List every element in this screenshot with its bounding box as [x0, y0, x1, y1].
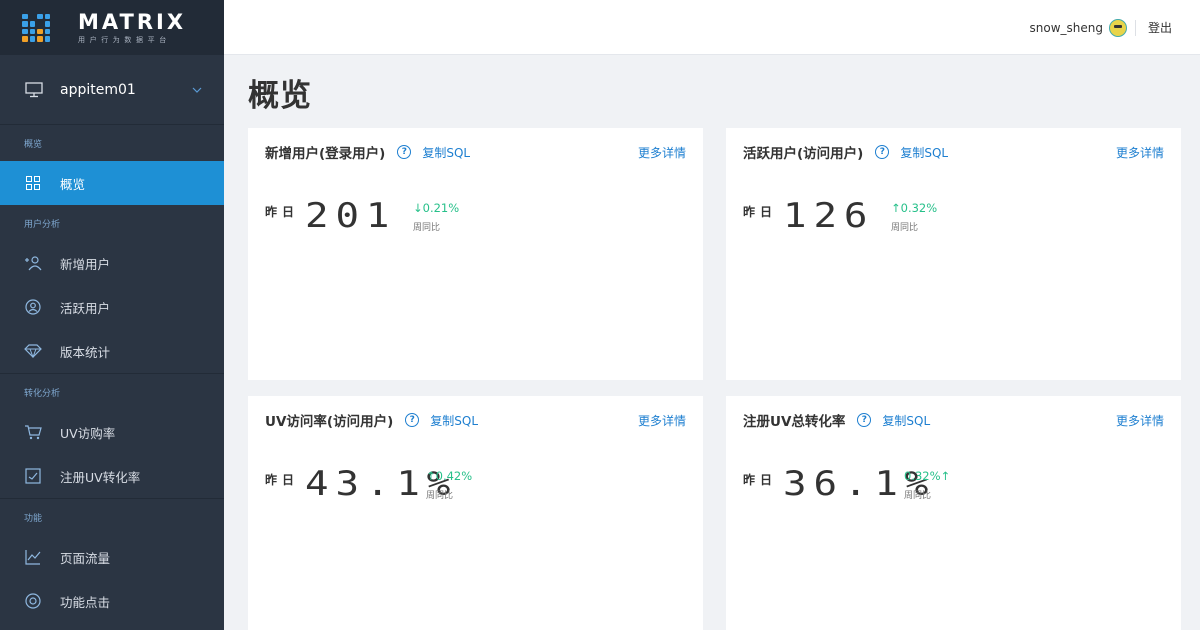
sidebar-item-label: 活跃用户	[60, 300, 111, 316]
sidebar-item-new-users[interactable]: 新增用户	[0, 241, 224, 285]
metric-value: 126	[783, 196, 875, 236]
more-details-link[interactable]: 更多详情	[1116, 144, 1164, 161]
click-icon	[24, 592, 42, 610]
sidebar-item-label: 功能点击	[60, 594, 111, 610]
card-title: 新增用户(登录用户)	[265, 146, 386, 162]
more-details-link[interactable]: 更多详情	[638, 144, 686, 161]
metric-label: 昨日	[265, 205, 300, 219]
grid-icon	[24, 174, 42, 192]
delta-value: ↑0.42%	[426, 469, 473, 483]
help-icon[interactable]: ?	[405, 413, 420, 427]
nav-group-title: 功能	[24, 514, 43, 524]
delta-label: 周同比	[904, 491, 932, 501]
sidebar-item-label: 概览	[60, 176, 86, 192]
metric-label: 昨日	[743, 205, 778, 219]
sidebar: MATRIX 用户行为数据平台 appitem01 概览 概览 用户分析 新增用…	[0, 0, 224, 630]
card-title: UV访问率(访问用户)	[265, 414, 394, 430]
diamond-icon	[24, 342, 42, 360]
delta-label: 周同比	[891, 223, 919, 233]
delta-label: 周同比	[426, 491, 454, 501]
sidebar-item-label: 新增用户	[60, 256, 111, 272]
delta-label: 周同比	[413, 223, 441, 233]
active-user-icon	[24, 298, 42, 316]
divider	[1134, 19, 1136, 36]
sidebar-item-feature-clicks[interactable]: 功能点击	[0, 579, 224, 623]
help-icon[interactable]: ?	[857, 413, 872, 427]
sidebar-item-label: 页面流量	[60, 550, 111, 566]
sidebar-item-page-traffic[interactable]: 页面流量	[0, 535, 224, 579]
app-name: appitem01	[60, 81, 136, 98]
nav-group-title: 用户分析	[24, 220, 61, 230]
copy-sql-button[interactable]: 复制SQL	[430, 412, 478, 429]
more-details-link[interactable]: 更多详情	[1116, 412, 1164, 429]
app-selector[interactable]: appitem01	[0, 55, 224, 125]
card-title: 注册UV总转化率	[743, 414, 846, 430]
username[interactable]: snow_sheng	[1030, 21, 1103, 35]
monitor-icon	[25, 81, 43, 97]
brand-name: MATRIX	[78, 9, 187, 34]
brand-subtitle: 用户行为数据平台	[78, 35, 171, 44]
page-title: 概览	[248, 78, 312, 114]
checkbox-chart-icon	[24, 467, 42, 485]
help-icon[interactable]: ?	[875, 145, 890, 159]
card-title: 活跃用户(访问用户)	[743, 146, 864, 162]
metric-card-register-uv-conversion: 注册UV总转化率 ? 复制SQL 更多详情 昨日 36.1% 0.32%↑ 周同…	[726, 396, 1181, 630]
add-user-icon	[24, 254, 42, 272]
help-icon[interactable]: ?	[397, 145, 412, 159]
sidebar-item-label: 注册UV转化率	[60, 469, 141, 485]
sidebar-item-uv-purchase-rate[interactable]: UV访购率	[0, 410, 224, 454]
more-details-link[interactable]: 更多详情	[638, 412, 686, 429]
sidebar-item-active-users[interactable]: 活跃用户	[0, 285, 224, 329]
sidebar-item-version-stats[interactable]: 版本统计	[0, 329, 224, 373]
copy-sql-button[interactable]: 复制SQL	[900, 144, 948, 161]
top-header: snow_sheng 登出	[224, 0, 1200, 55]
logout-button[interactable]: 登出	[1148, 19, 1172, 36]
cart-icon	[24, 423, 42, 441]
line-chart-icon	[24, 548, 42, 566]
sidebar-item-label: UV访购率	[60, 425, 116, 441]
metric-value: 201	[305, 196, 397, 236]
metric-card-uv-visit-rate: UV访问率(访问用户) ? 复制SQL 更多详情 昨日 43.1% ↑0.42%…	[248, 396, 703, 630]
copy-sql-button[interactable]: 复制SQL	[422, 144, 470, 161]
delta-value: 0.32%↑	[904, 469, 951, 483]
matrix-logo-icon	[22, 13, 50, 42]
nav-group-title: 概览	[24, 140, 43, 150]
delta-value: ↓0.21%	[413, 201, 460, 215]
sidebar-item-register-uv-conversion[interactable]: 注册UV转化率	[0, 454, 224, 498]
metric-label: 昨日	[743, 473, 778, 487]
metric-card-new-users: 新增用户(登录用户) ? 复制SQL 更多详情 昨日 201 ↓0.21% 周同…	[248, 128, 703, 380]
sidebar-item-label: 版本统计	[60, 344, 111, 360]
sidebar-item-overview[interactable]: 概览	[0, 161, 224, 205]
metric-label: 昨日	[265, 473, 300, 487]
metric-card-active-users: 活跃用户(访问用户) ? 复制SQL 更多详情 昨日 126 ↑0.32% 周同…	[726, 128, 1181, 380]
avatar[interactable]	[1108, 18, 1127, 37]
brand[interactable]: MATRIX 用户行为数据平台	[0, 0, 224, 55]
user-area: snow_sheng 登出	[1030, 0, 1172, 55]
nav-group-title: 转化分析	[24, 389, 61, 399]
copy-sql-button[interactable]: 复制SQL	[882, 412, 930, 429]
delta-value: ↑0.32%	[891, 201, 938, 215]
chevron-down-icon	[192, 87, 202, 93]
